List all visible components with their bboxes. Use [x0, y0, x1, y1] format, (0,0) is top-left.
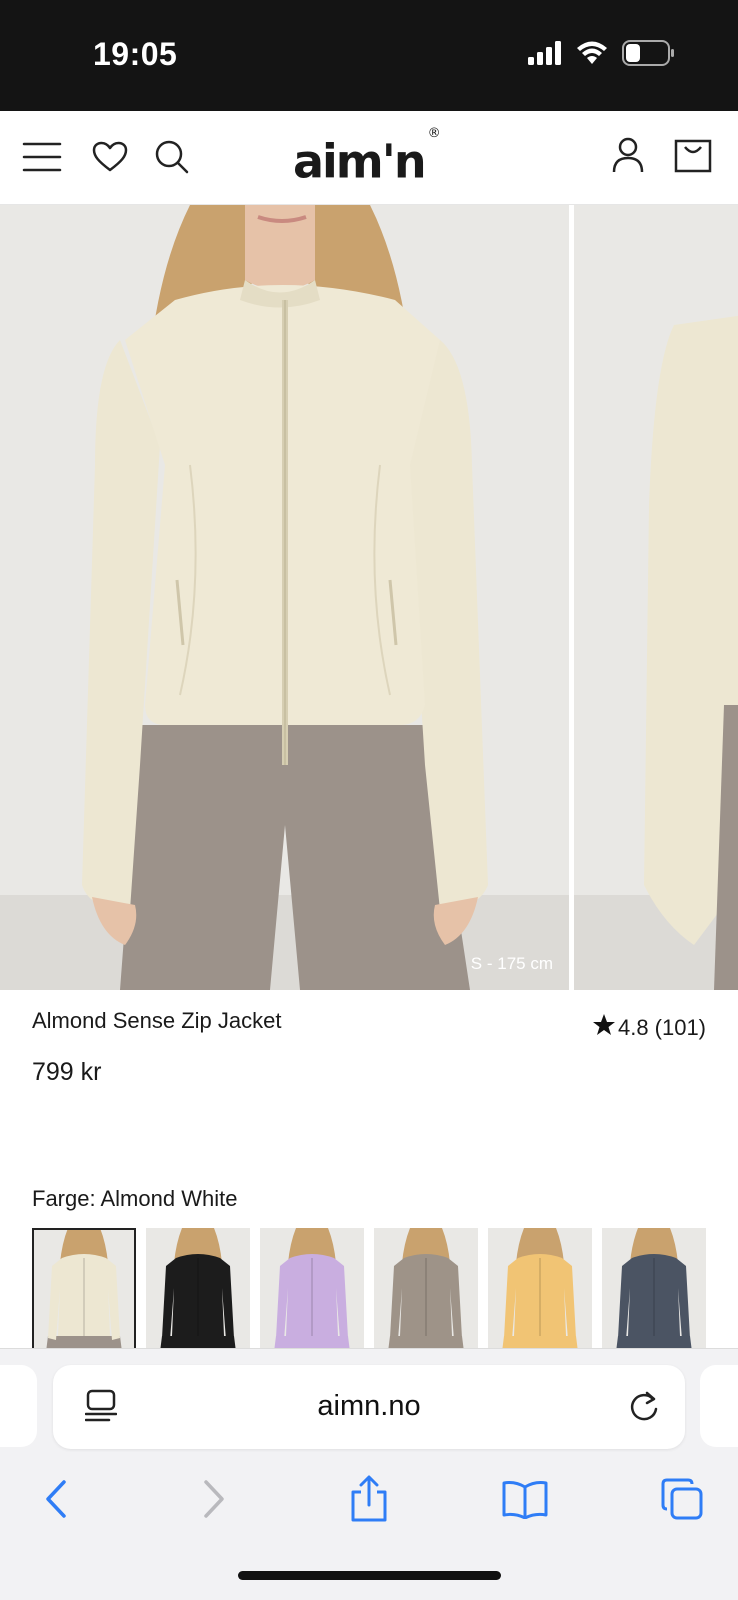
color-swatch-1[interactable] — [32, 1228, 136, 1348]
status-icons — [528, 40, 676, 71]
share-icon[interactable] — [339, 1469, 399, 1529]
status-time: 19:05 — [93, 36, 178, 72]
url-text: aimn.no — [317, 1390, 421, 1422]
next-tab-peek[interactable] — [700, 1365, 738, 1447]
back-icon[interactable] — [26, 1469, 86, 1529]
address-bar[interactable]: aimn.no — [53, 1365, 685, 1449]
browser-nav-row — [0, 1469, 738, 1529]
battery-icon — [622, 40, 676, 71]
account-icon[interactable] — [612, 137, 644, 173]
product-title: Almond Sense Zip Jacket — [32, 1008, 282, 1033]
color-swatch-6[interactable] — [602, 1228, 706, 1348]
product-price: 799 kr — [32, 1058, 102, 1086]
color-swatch-4[interactable] — [374, 1228, 478, 1348]
star-icon — [592, 1013, 616, 1043]
site-logo[interactable]: aim'n® — [293, 126, 441, 189]
status-bar: 19:05 — [0, 0, 738, 111]
home-indicator — [238, 1571, 501, 1580]
reload-icon[interactable] — [629, 1389, 659, 1428]
bookmarks-icon[interactable] — [495, 1469, 555, 1529]
color-swatch-5[interactable] — [488, 1228, 592, 1348]
cellular-signal-icon — [528, 41, 562, 70]
rating-value: 4.8 — [618, 1015, 649, 1040]
product-image-main[interactable]: S - 175 cm — [0, 205, 569, 990]
logo-text: aim'n — [293, 134, 427, 189]
site-header: aim'n® — [0, 111, 738, 205]
previous-tab-peek[interactable] — [0, 1365, 37, 1447]
cart-icon[interactable] — [674, 139, 712, 173]
product-image-next[interactable] — [574, 205, 738, 990]
heart-icon[interactable] — [92, 141, 128, 173]
color-swatch-list — [32, 1228, 706, 1348]
rating-count: (101) — [654, 1015, 706, 1040]
model-size-caption: S - 175 cm — [470, 954, 553, 973]
forward-icon[interactable] — [184, 1469, 244, 1529]
tabs-icon[interactable] — [652, 1469, 712, 1529]
color-swatch-2[interactable] — [146, 1228, 250, 1348]
hamburger-menu-icon[interactable] — [22, 141, 62, 173]
product-gallery[interactable]: S - 175 cm — [0, 205, 738, 990]
product-rating[interactable]: 4.8 (101) — [592, 1013, 706, 1043]
wifi-icon — [576, 41, 608, 70]
logo-mark: ® — [427, 126, 441, 141]
color-swatch-3[interactable] — [260, 1228, 364, 1348]
color-label: Farge: Almond White — [32, 1186, 238, 1211]
search-icon[interactable] — [154, 139, 190, 175]
browser-toolbar: aimn.no — [0, 1348, 738, 1600]
